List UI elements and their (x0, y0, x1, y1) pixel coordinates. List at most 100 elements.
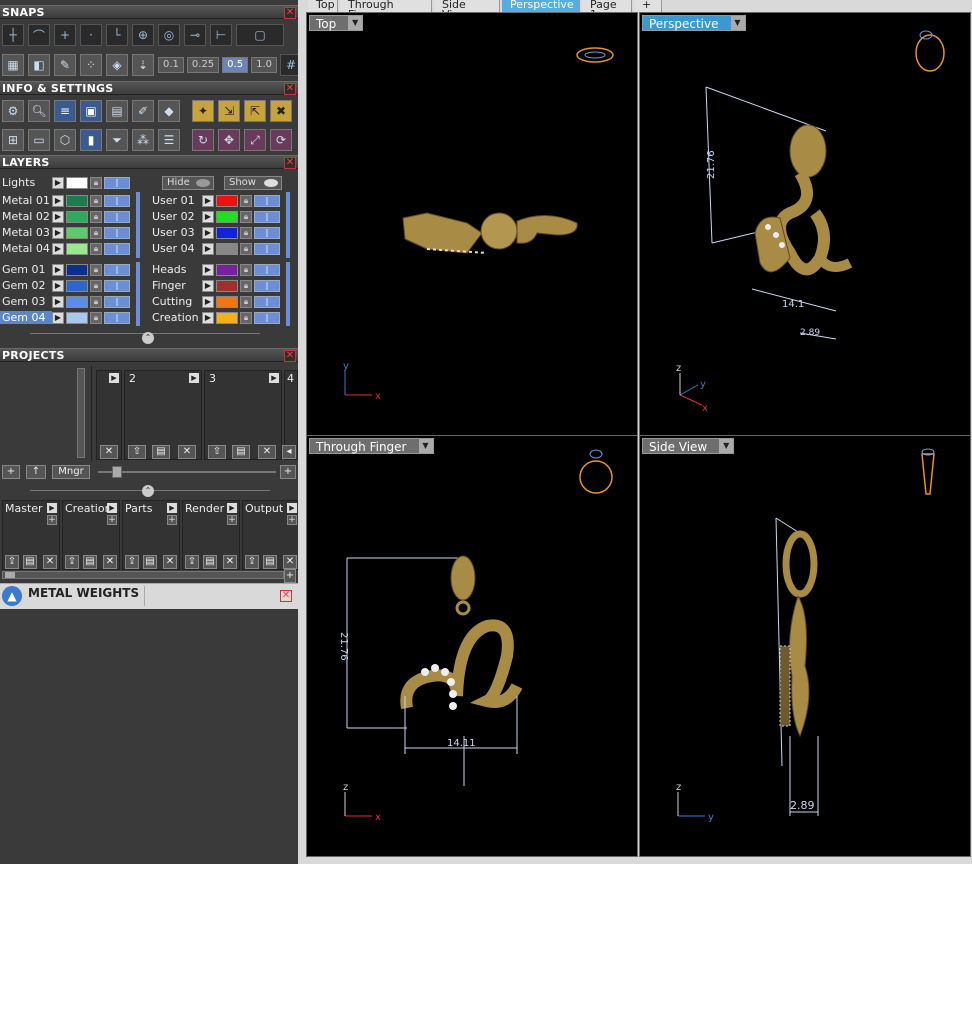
monitor-icon[interactable]: ▭ (28, 129, 50, 151)
increment-0.5[interactable]: 0.5 (222, 57, 249, 73)
lock-icon[interactable]: 🔒︎ (90, 295, 102, 308)
end-snap-icon[interactable]: └ (106, 24, 128, 46)
move-object-icon[interactable]: ✥ (218, 129, 240, 151)
play-icon[interactable]: ▶ (52, 242, 64, 255)
load-icon[interactable]: ⇪ (65, 555, 79, 569)
project-tab-creation[interactable]: Creation ▶ + ⇪ ▤ ✕ (62, 500, 120, 570)
layer-name[interactable]: Creation (150, 311, 202, 324)
play-icon[interactable]: ▶ (202, 194, 214, 207)
up-button[interactable]: ↑ (26, 465, 46, 479)
page-tab-through-finger[interactable]: Through Finger (340, 0, 432, 20)
lock-icon[interactable]: 🔒︎ (90, 242, 102, 255)
page-tab-side-view[interactable]: Side View (434, 0, 500, 20)
layer-color-swatch[interactable] (66, 295, 88, 308)
point-snap-icon[interactable]: · (80, 24, 102, 46)
play-icon[interactable]: ▶ (202, 210, 214, 223)
close-icon[interactable]: ✕ (103, 555, 117, 569)
layer-row[interactable]: Gem 01 ▶ 🔒︎ | (0, 262, 130, 277)
layer-color-swatch[interactable] (66, 226, 88, 239)
visibility-toggle[interactable]: | (104, 311, 130, 324)
page-tab-add[interactable]: + (634, 0, 662, 12)
save-icon[interactable]: ▤ (152, 445, 170, 459)
play-icon[interactable]: ▶ (52, 210, 64, 223)
layer-name[interactable]: Gem 01 (0, 263, 52, 276)
visibility-toggle[interactable]: | (254, 210, 280, 223)
layer-row[interactable]: Metal 01 ▶ 🔒︎ | (0, 193, 130, 208)
layer-name[interactable]: Gem 04 (0, 311, 52, 324)
play-icon[interactable]: ▶ (189, 373, 199, 383)
plane-icon[interactable]: ◈ (106, 54, 128, 76)
layer-row[interactable]: User 01 ▶ 🔒︎ | (150, 193, 280, 208)
layer-name[interactable]: User 01 (150, 194, 202, 207)
increment-1.0[interactable]: 1.0 (251, 57, 277, 73)
play-icon[interactable]: ▶ (52, 311, 64, 324)
visibility-toggle[interactable]: | (254, 263, 280, 276)
layer-color-swatch[interactable] (216, 263, 238, 276)
play-icon[interactable]: ▶ (52, 176, 64, 189)
page-tab-page-1[interactable]: Page 1 (582, 0, 632, 20)
project-tab-master[interactable]: Master ▶ + ⇪ ▤ ✕ (2, 500, 60, 570)
lock-icon[interactable]: 🔒︎ (90, 176, 102, 189)
close-icon[interactable]: ✕ (280, 590, 292, 602)
layer-color-swatch[interactable] (216, 295, 238, 308)
lock-icon[interactable]: 🔒︎ (240, 194, 252, 207)
layer-color-swatch[interactable] (66, 279, 88, 292)
visibility-toggle[interactable]: | (254, 279, 280, 292)
layer-name[interactable]: Cutting (150, 295, 202, 308)
project-slider-handle[interactable] (112, 466, 122, 478)
save-icon[interactable]: ▤ (232, 445, 250, 459)
lock-icon[interactable]: 🔒︎ (240, 263, 252, 276)
project-slider-track[interactable] (98, 471, 276, 473)
visibility-toggle[interactable]: | (254, 242, 280, 255)
add-project-button[interactable]: + (2, 465, 20, 479)
visibility-toggle[interactable]: | (104, 279, 130, 292)
visibility-toggle[interactable]: | (104, 242, 130, 255)
save-icon[interactable]: ▤ (23, 555, 37, 569)
layer-name[interactable]: Gem 03 (0, 295, 52, 308)
increment-0.1[interactable]: 0.1 (158, 57, 184, 73)
layer-color-swatch[interactable] (66, 263, 88, 276)
scatter-icon[interactable]: ⁂ (132, 129, 154, 151)
close-icon[interactable]: ✕ (178, 445, 196, 459)
play-icon[interactable]: ▶ (52, 279, 64, 292)
load-icon[interactable]: ⇪ (185, 555, 199, 569)
gem-cube-icon[interactable]: ◆ (158, 100, 180, 122)
page-tab-perspective[interactable]: Perspective (502, 0, 580, 12)
play-icon[interactable]: ▶ (287, 503, 297, 513)
zoom-in-icon[interactable]: + (167, 515, 177, 525)
grid-snap-icon[interactable]: ┼ (2, 24, 24, 46)
arrow-down-icon[interactable]: ⇣ (132, 54, 154, 76)
load-icon[interactable]: ⇪ (5, 555, 19, 569)
save-icon[interactable]: ▤ (203, 555, 217, 569)
load-icon[interactable]: ⇪ (245, 555, 259, 569)
play-icon[interactable]: ▶ (202, 279, 214, 292)
viewport-top[interactable]: Top ▼ y x (306, 12, 638, 436)
center-snap-icon[interactable]: ⊕ (132, 24, 154, 46)
scale-object-icon[interactable]: ⤢ (244, 129, 266, 151)
save-icon[interactable]: ▤ (263, 555, 277, 569)
zoom-in-icon[interactable]: + (47, 515, 57, 525)
scrollbar-thumb[interactable] (5, 572, 15, 578)
layer-delete-icon[interactable]: ✖ (270, 100, 292, 122)
close-icon[interactable]: ✕ (258, 445, 276, 459)
lock-icon[interactable]: 🔒︎ (90, 311, 102, 324)
frame-snap-icon[interactable]: ▢ (236, 24, 284, 46)
close-icon[interactable]: ✕ (284, 350, 296, 362)
document-icon[interactable]: ▤ (106, 100, 128, 122)
viewport-perspective[interactable]: Perspective ▼ 21.76 14.1 2.89 z y x (639, 12, 971, 436)
layer-row[interactable]: Metal 02 ▶ 🔒︎ | (0, 209, 130, 224)
zoom-in-icon[interactable]: + (287, 515, 297, 525)
save-icon[interactable]: ▤ (143, 555, 157, 569)
collapse-icon[interactable]: ⌃ (142, 332, 154, 344)
layer-color-swatch[interactable] (216, 279, 238, 292)
grid-dots-icon[interactable]: ⁘ (80, 54, 102, 76)
close-icon[interactable]: ✕ (163, 555, 177, 569)
lock-icon[interactable]: 🔒︎ (90, 194, 102, 207)
layer-row[interactable]: Creation ▶ 🔒︎ | (150, 310, 280, 325)
lock-icon[interactable]: 🔒︎ (240, 226, 252, 239)
layer-row[interactable]: User 03 ▶ 🔒︎ | (150, 225, 280, 240)
visibility-toggle[interactable]: | (104, 194, 130, 207)
visibility-toggle[interactable]: | (104, 210, 130, 223)
layer-row[interactable]: Heads ▶ 🔒︎ | (150, 262, 280, 277)
visibility-toggle[interactable]: | (104, 263, 130, 276)
